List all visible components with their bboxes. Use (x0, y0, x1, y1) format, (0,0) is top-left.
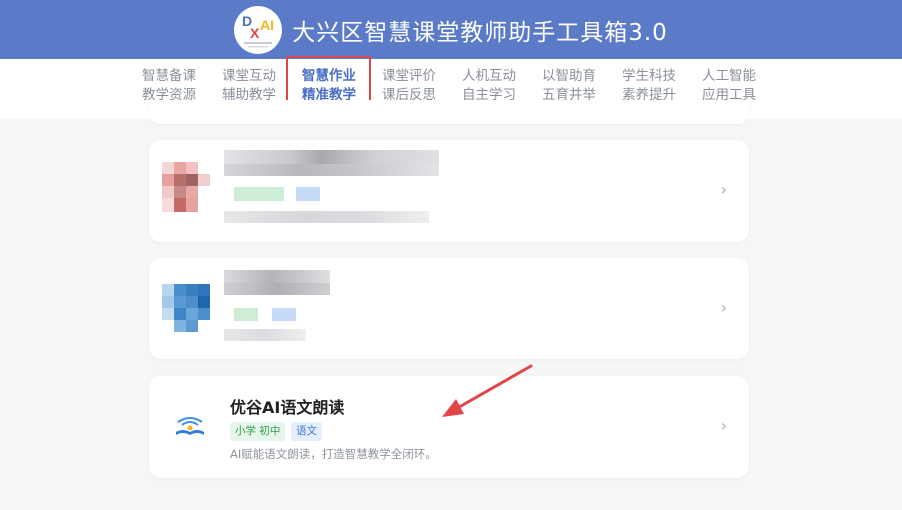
nav-label-1: 智慧备课 (142, 68, 196, 84)
logo-letter-x: X (250, 25, 260, 41)
chevron-right-icon: › (720, 180, 727, 199)
app-icon-blurred (162, 162, 210, 212)
logo-icon: D X AI (242, 13, 274, 47)
app-icon-blurred (162, 284, 210, 332)
app-title: 大兴区智慧课堂教师助手工具箱3.0 (292, 19, 668, 46)
tag-redacted-green (234, 308, 258, 321)
title-redacted-2 (224, 164, 439, 176)
tag-redacted-green (234, 187, 284, 201)
tag-redacted-blue (296, 187, 320, 201)
chevron-right-icon: › (720, 416, 727, 435)
tag-redacted-blue (272, 308, 296, 321)
title-redacted (224, 150, 439, 164)
subject-tag: 语文 (291, 422, 322, 441)
title-redacted-2 (224, 283, 330, 295)
nav-label-1: 人机互动 (462, 68, 516, 84)
nav-label-1: 学生科技 (622, 68, 676, 84)
app-header: D X AI 大兴区智慧课堂教师助手工具箱3.0 (0, 0, 902, 59)
title-redacted (224, 270, 330, 283)
app-logo: D X AI (234, 5, 283, 54)
desc-redacted (224, 211, 429, 223)
app-card-redacted-1[interactable]: › (149, 140, 749, 242)
nav-label-1: 课堂互动 (222, 68, 276, 84)
card-title: 优谷AI语文朗读 (230, 398, 345, 417)
app-card-yougu-reading[interactable]: 优谷AI语文朗读 小学 初中 语文 AI赋能语文朗读，打造智慧教学全闭环。 › (149, 376, 749, 478)
desc-redacted (224, 329, 306, 341)
nav-label-1: 人工智能 (702, 68, 756, 84)
grade-tag: 小学 初中 (230, 422, 286, 441)
reading-icon (174, 416, 206, 440)
nav-label-1: 以智助育 (542, 68, 596, 84)
app-card-redacted-2[interactable]: › (149, 258, 749, 359)
nav-label-1: 课堂评价 (382, 68, 436, 84)
chevron-right-icon: › (720, 298, 727, 317)
card-description: AI赋能语文朗读，打造智慧教学全闭环。 (230, 447, 437, 461)
card-previous-tail (149, 100, 749, 124)
logo-letter-ai: AI (260, 17, 274, 33)
